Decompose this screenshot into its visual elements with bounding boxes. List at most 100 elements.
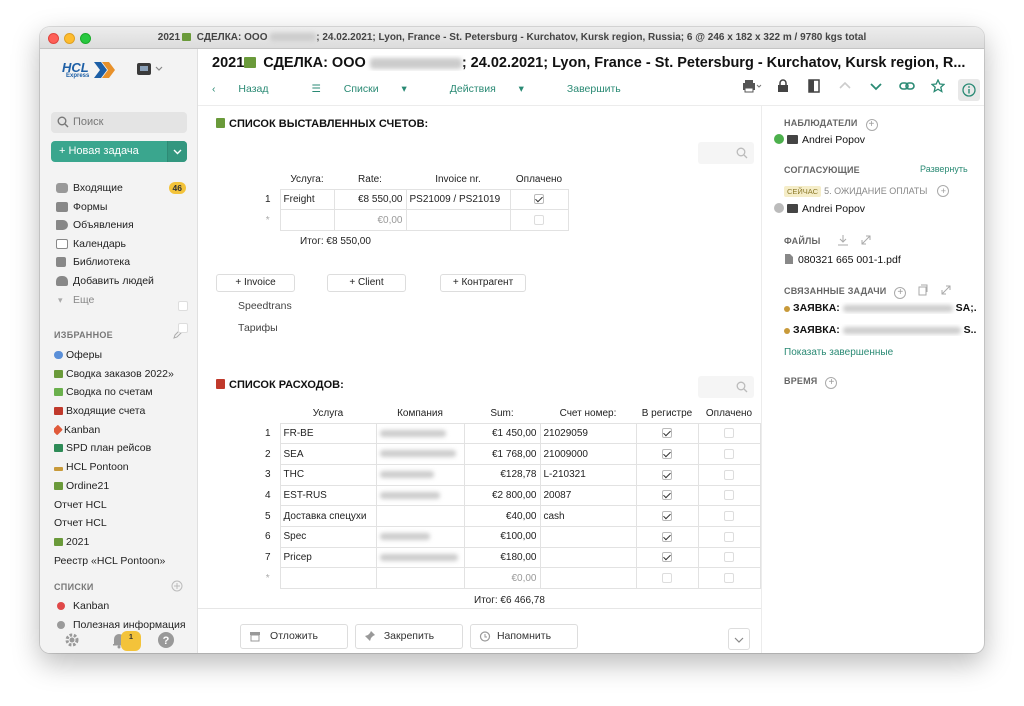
settings-button[interactable] [62, 631, 82, 651]
account-switcher[interactable] [136, 61, 166, 77]
help-button[interactable]: ? [156, 631, 176, 651]
account-number-cell[interactable]: L-210321 [539, 463, 637, 486]
paid-cell[interactable] [697, 422, 761, 445]
favorite-item[interactable]: Сводка по счетам [54, 383, 194, 402]
service-cell[interactable]: THC [279, 463, 377, 486]
remind-button[interactable]: Напомнить [470, 624, 578, 649]
service-cell[interactable] [279, 209, 335, 231]
paid-cell[interactable] [697, 505, 761, 527]
rate-cell[interactable]: €0,00 [333, 209, 407, 231]
table-row[interactable]: 6 Spec €100,00 [256, 525, 761, 548]
account-number-cell[interactable] [539, 567, 637, 589]
registered-checkbox[interactable] [662, 428, 672, 439]
add-client-button[interactable]: + Client [327, 274, 406, 292]
account-number-cell[interactable]: 20087 [539, 484, 637, 507]
favorite-item[interactable]: Kanban [54, 421, 194, 440]
registered-checkbox[interactable] [662, 552, 672, 563]
new-task-button[interactable]: + Новая задача [51, 141, 187, 162]
company-cell[interactable] [375, 546, 465, 569]
postpone-button[interactable]: Отложить [240, 624, 348, 649]
registered-cell[interactable] [635, 422, 699, 445]
attached-file[interactable]: 080321 665 001-1.pdf [784, 253, 901, 266]
paid-checkbox[interactable] [724, 531, 734, 542]
expand-approvers-link[interactable]: Развернуть [920, 164, 968, 174]
lists-button[interactable]: ☰ Списки ▾ [311, 83, 426, 95]
tariffs-checkbox[interactable] [178, 323, 188, 333]
search-input[interactable]: Поиск [51, 112, 187, 133]
rate-cell[interactable]: €8 550,00 [333, 188, 407, 211]
registered-cell[interactable] [635, 505, 699, 527]
paid-cell[interactable] [697, 546, 761, 569]
show-finished-link[interactable]: Показать завершенные [784, 347, 893, 358]
speedtrans-checkbox-row[interactable]: Speedtrans [178, 300, 292, 312]
logo[interactable]: HCL Express [62, 59, 116, 81]
nav-item-calendar[interactable]: Календарь [54, 235, 194, 254]
back-button[interactable]: ‹ Назад [212, 83, 289, 95]
sum-cell[interactable]: €128,78 [463, 463, 541, 486]
table-row[interactable]: 1 Freight €8 550,00 PS21009 / PS21019 [256, 188, 569, 211]
company-cell[interactable] [375, 422, 465, 445]
favorite-item[interactable]: Оферы [54, 346, 194, 365]
new-task-dropdown[interactable] [167, 141, 187, 162]
registered-cell[interactable] [635, 463, 699, 486]
table-row-new[interactable]: * €0,00 [256, 567, 761, 589]
approver-person[interactable]: Andrei Popov [774, 203, 865, 215]
paid-checkbox[interactable] [724, 490, 734, 501]
minimize-window-button[interactable] [64, 33, 75, 44]
sum-cell[interactable]: €0,00 [463, 567, 541, 589]
registered-cell[interactable] [635, 546, 699, 569]
paid-checkbox[interactable] [724, 573, 734, 584]
company-cell[interactable] [375, 484, 465, 507]
related-task-1[interactable]: ЗАЯВКА: SA;... [784, 302, 976, 314]
registered-checkbox[interactable] [662, 510, 672, 521]
paid-checkbox[interactable] [724, 552, 734, 563]
registered-checkbox[interactable] [662, 531, 672, 542]
add-approver-button[interactable]: + [937, 185, 950, 197]
service-cell[interactable]: EST-RUS [279, 484, 377, 507]
table-row[interactable]: 1 FR-BE €1 450,00 21029059 [256, 422, 761, 445]
service-cell[interactable]: Pricep [279, 546, 377, 569]
paid-checkbox[interactable] [534, 194, 544, 205]
registered-checkbox[interactable] [662, 490, 672, 501]
paid-cell[interactable] [697, 443, 761, 465]
speedtrans-checkbox[interactable] [178, 301, 188, 311]
table-row[interactable]: 3 THC €128,78 L-210321 [256, 463, 761, 486]
layout-button[interactable] [803, 79, 825, 101]
invoices-search[interactable] [698, 142, 754, 164]
nav-item-forms[interactable]: Формы [54, 198, 194, 217]
favorite-item[interactable]: Сводка заказов 2022» [54, 365, 194, 384]
add-time-button[interactable]: + [825, 377, 838, 389]
company-cell[interactable] [375, 505, 465, 527]
notifications-button[interactable]: 1 [109, 631, 141, 651]
service-cell[interactable]: SEA [279, 443, 377, 465]
company-cell[interactable] [375, 525, 465, 548]
account-number-cell[interactable]: 21009000 [539, 443, 637, 465]
nav-item-announcements[interactable]: Объявления [54, 216, 194, 235]
actions-button[interactable]: Действия ▾ [450, 83, 544, 95]
registered-checkbox[interactable] [662, 448, 672, 459]
favorite-item[interactable]: Входящие счета [54, 402, 194, 421]
sum-cell[interactable]: €1 768,00 [463, 443, 541, 465]
favorite-item[interactable]: SPD план рейсов [54, 439, 194, 458]
table-row[interactable]: 4 EST-RUS €2 800,00 20087 [256, 484, 761, 507]
paid-checkbox[interactable] [724, 469, 734, 480]
table-row[interactable]: 2 SEA €1 768,00 21009000 [256, 443, 761, 465]
add-related-task-button[interactable]: + [894, 287, 907, 299]
expand-icon[interactable] [940, 284, 952, 296]
favorite-item[interactable]: Реестр «HCL Pontoon» [54, 552, 194, 571]
lock-button[interactable] [772, 79, 794, 101]
account-number-cell[interactable]: cash [539, 505, 637, 527]
prev-task-button[interactable] [834, 79, 856, 101]
expand-footer-button[interactable] [728, 628, 750, 650]
table-row-new[interactable]: * €0,00 [256, 209, 569, 231]
registered-cell[interactable] [635, 484, 699, 507]
next-task-button[interactable] [865, 79, 887, 101]
link-button[interactable] [896, 79, 918, 101]
registered-cell[interactable] [635, 525, 699, 548]
paid-cell[interactable] [697, 525, 761, 548]
paid-checkbox[interactable] [724, 510, 734, 521]
expand-icon[interactable] [860, 234, 872, 246]
registered-checkbox[interactable] [662, 573, 672, 584]
copy-task-icon[interactable] [917, 284, 929, 296]
paid-checkbox[interactable] [534, 214, 544, 225]
